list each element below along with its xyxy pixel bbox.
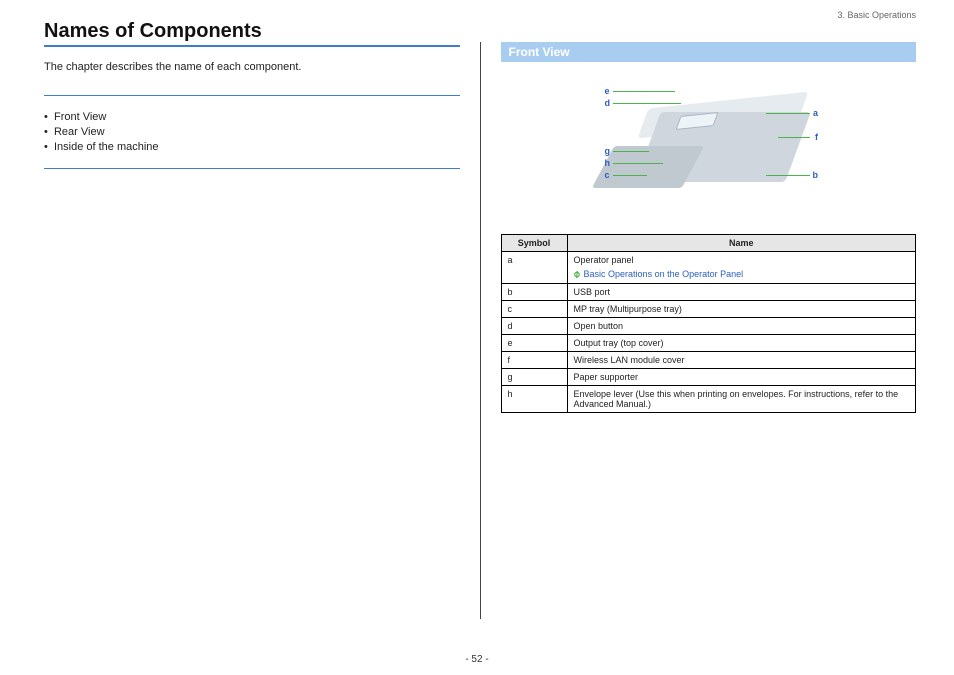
cell-name-text: Operator panel <box>574 255 634 265</box>
toc-item[interactable]: • Rear View <box>44 126 460 138</box>
section-heading: Front View <box>501 42 917 62</box>
page-title: Names of Components <box>44 20 460 43</box>
cell-symbol: b <box>501 284 567 301</box>
label-h: h <box>605 158 611 168</box>
breadcrumb: 3. Basic Operations <box>837 10 916 20</box>
toc-item[interactable]: • Front View <box>44 111 460 123</box>
right-column: Front View e d a f g h c b <box>481 20 917 665</box>
printer-illustration <box>593 92 823 202</box>
intro-text: The chapter describes the name of each c… <box>44 61 460 73</box>
toc-item-label: Rear View <box>54 126 105 138</box>
table-row: f Wireless LAN module cover <box>501 352 916 369</box>
table-row: h Envelope lever (Use this when printing… <box>501 386 916 413</box>
cell-symbol: f <box>501 352 567 369</box>
page-number: - 52 - <box>0 654 954 665</box>
table-row: c MP tray (Multipurpose tray) <box>501 301 916 318</box>
toc-list: • Front View • Rear View • Inside of the… <box>44 100 460 164</box>
toc-item-label: Inside of the machine <box>54 141 159 153</box>
table-row: g Paper supporter <box>501 369 916 386</box>
cross-ref-link[interactable]: ⌀Basic Operations on the Operator Panel <box>574 269 910 280</box>
cell-symbol: g <box>501 369 567 386</box>
col-header-symbol: Symbol <box>501 235 567 252</box>
label-d: d <box>605 98 611 108</box>
cell-name: Open button <box>567 318 916 335</box>
left-column: Names of Components The chapter describe… <box>44 20 480 665</box>
cell-name: USB port <box>567 284 916 301</box>
title-rule <box>44 45 460 47</box>
table-row: e Output tray (top cover) <box>501 335 916 352</box>
components-table: Symbol Name a Operator panel ⌀Basic Oper… <box>501 234 917 413</box>
toc-top-rule <box>44 95 460 96</box>
cross-ref-text: Basic Operations on the Operator Panel <box>584 269 744 279</box>
toc-bottom-rule <box>44 168 460 169</box>
label-f: f <box>815 132 818 142</box>
label-b: b <box>813 170 819 180</box>
label-g: g <box>605 146 611 156</box>
front-view-figure: e d a f g h c b <box>501 72 917 222</box>
table-row: d Open button <box>501 318 916 335</box>
toc-item[interactable]: • Inside of the machine <box>44 141 460 153</box>
col-header-name: Name <box>567 235 916 252</box>
cell-symbol: c <box>501 301 567 318</box>
toc-item-label: Front View <box>54 111 106 123</box>
cell-symbol: h <box>501 386 567 413</box>
cell-name: MP tray (Multipurpose tray) <box>567 301 916 318</box>
label-a: a <box>813 108 818 118</box>
cell-symbol: e <box>501 335 567 352</box>
cell-name: Wireless LAN module cover <box>567 352 916 369</box>
cell-symbol: a <box>501 252 567 284</box>
label-c: c <box>605 170 610 180</box>
label-e: e <box>605 86 610 96</box>
cell-name: Paper supporter <box>567 369 916 386</box>
link-icon: ⌀ <box>571 268 583 280</box>
table-row: b USB port <box>501 284 916 301</box>
cell-symbol: d <box>501 318 567 335</box>
table-row: a Operator panel ⌀Basic Operations on th… <box>501 252 916 284</box>
page-body: Names of Components The chapter describe… <box>0 0 954 675</box>
cell-name: Operator panel ⌀Basic Operations on the … <box>567 252 916 284</box>
cell-name: Output tray (top cover) <box>567 335 916 352</box>
cell-name: Envelope lever (Use this when printing o… <box>567 386 916 413</box>
